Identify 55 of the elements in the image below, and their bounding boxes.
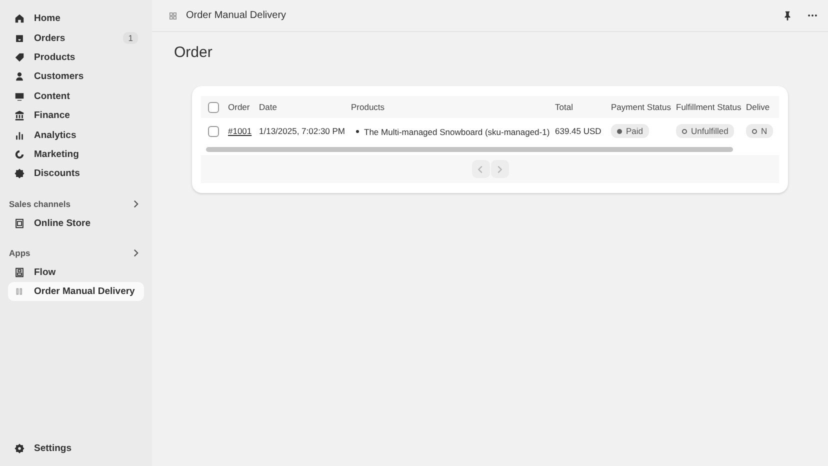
- chevron-right-icon[interactable]: [132, 200, 140, 208]
- app-icon: [14, 286, 25, 298]
- column-header: Date: [259, 102, 277, 112]
- page-title: Order: [174, 44, 214, 63]
- table-cell: The Multi-managed Snowboard (sku-managed-1): [364, 126, 550, 137]
- nav-icon: [14, 71, 25, 82]
- nav-icon: [14, 130, 25, 141]
- column-header: Delive: [746, 102, 770, 112]
- app-title: Order Manual Delivery: [186, 10, 286, 21]
- nav-item[interactable]: Home: [8, 9, 144, 28]
- nav-icon: [14, 32, 25, 44]
- scrollbar[interactable]: [206, 147, 733, 152]
- settings-icon: [14, 442, 25, 454]
- chevron-right-icon: [495, 164, 504, 174]
- nav-icon: [14, 168, 25, 180]
- checkbox[interactable]: [208, 102, 219, 112]
- app-icon: [14, 267, 25, 278]
- nav-item[interactable]: Orders 1: [8, 28, 144, 48]
- nav-item[interactable]: Customers: [8, 67, 144, 87]
- column-header: Order: [228, 102, 250, 112]
- pin-icon[interactable]: [782, 10, 793, 21]
- nav-icon: [14, 148, 25, 160]
- status-badge: Paid: [611, 124, 650, 138]
- app-icon: [14, 218, 25, 229]
- table-cell: 1/13/2025, 7:02:30 PM: [259, 126, 346, 136]
- nav-item[interactable]: Discounts: [8, 164, 144, 184]
- nav-item[interactable]: Order Manual Delivery: [8, 282, 144, 302]
- count-badge: 1: [123, 32, 138, 44]
- nav-item[interactable]: Marketing: [8, 144, 144, 164]
- nav-icon: [14, 13, 25, 24]
- table-cell: 639.45 USD: [555, 126, 602, 136]
- section-title: Sales channels: [9, 198, 70, 209]
- column-header: Products: [351, 102, 385, 112]
- chevron-left-icon: [476, 164, 485, 174]
- nav-icon: [14, 110, 25, 122]
- section-title: Apps: [9, 248, 30, 258]
- bullet-icon: [356, 130, 359, 134]
- nav-icon: [14, 52, 25, 63]
- nav-icon: [14, 90, 25, 102]
- nav-item[interactable]: Analytics: [8, 125, 144, 145]
- nav-item[interactable]: Flow: [8, 262, 144, 282]
- nav-item[interactable]: Online Store: [8, 214, 144, 233]
- nav-item[interactable]: Content: [8, 86, 144, 106]
- status-badge: Unfulfilled: [676, 124, 734, 138]
- nav-item[interactable]: Finance: [8, 106, 144, 126]
- order-link[interactable]: #1001: [228, 126, 252, 136]
- checkbox[interactable]: [208, 126, 219, 136]
- app-icon: [168, 10, 178, 20]
- status-badge: N: [746, 124, 774, 138]
- settings-item[interactable]: Settings: [8, 438, 144, 458]
- chevron-right-icon[interactable]: [132, 248, 140, 257]
- column-header: Payment Status: [611, 102, 672, 112]
- column-header: Fulfillment Status: [676, 102, 742, 112]
- column-header: Total: [555, 102, 573, 112]
- nav-item[interactable]: Products: [8, 48, 144, 68]
